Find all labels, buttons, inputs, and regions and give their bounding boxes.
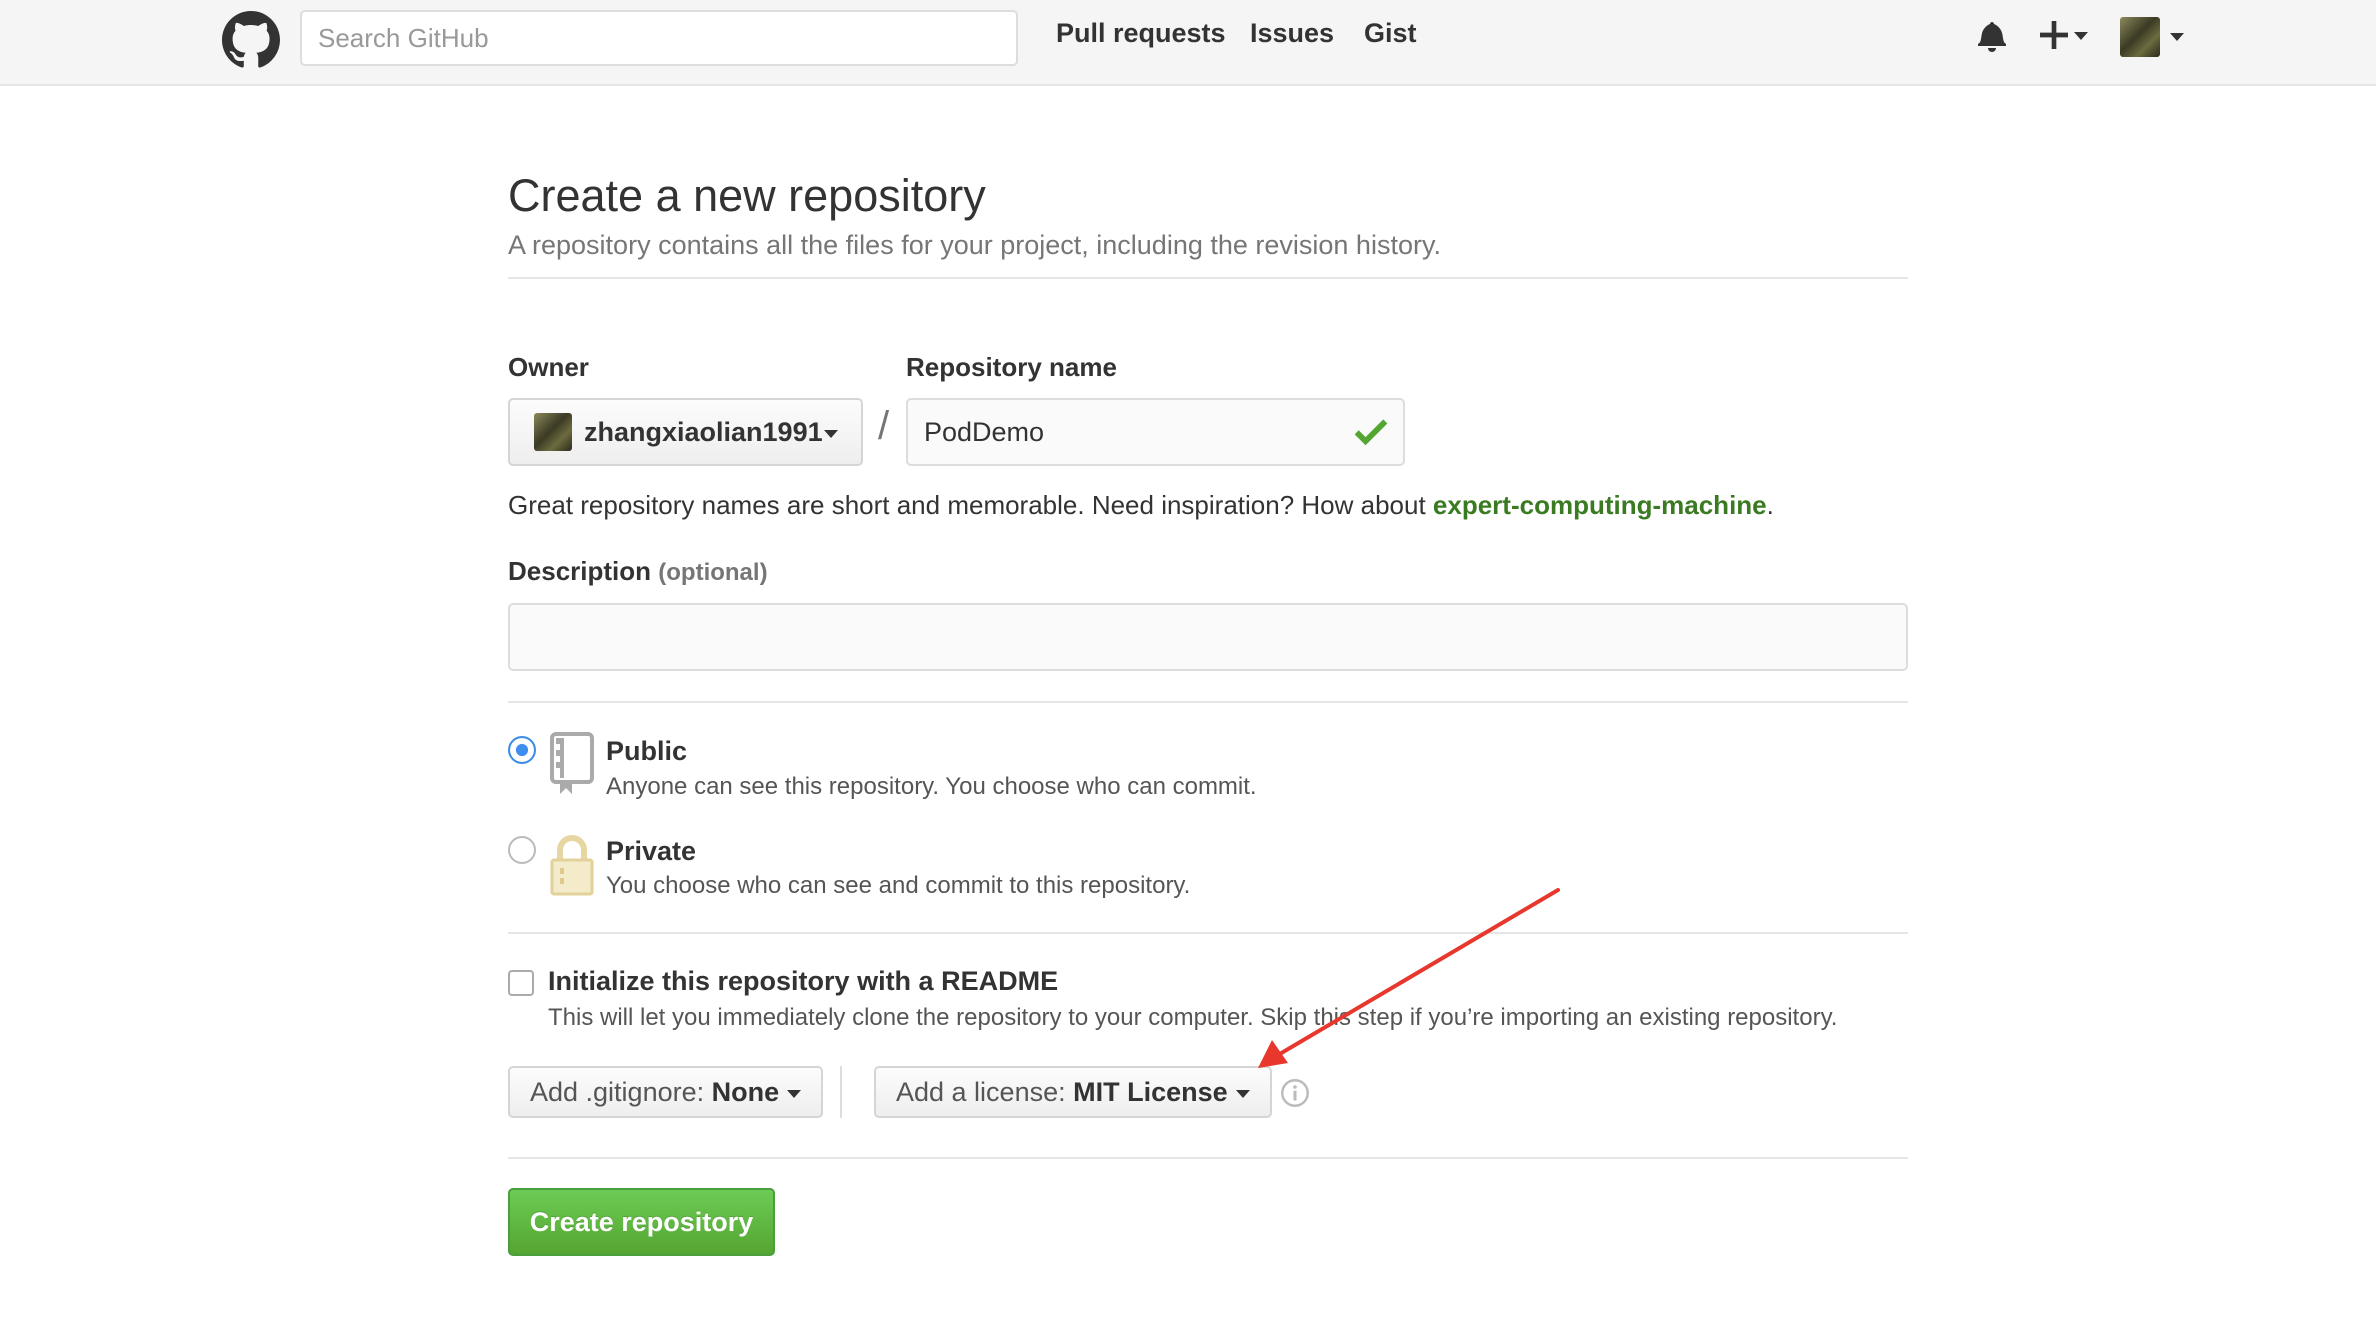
gitignore-prefix: Add .gitignore: bbox=[530, 1077, 705, 1107]
public-title: Public bbox=[606, 736, 688, 766]
search-input[interactable] bbox=[300, 10, 1018, 66]
hint-end: . bbox=[1766, 490, 1774, 520]
avatar bbox=[534, 413, 572, 451]
divider bbox=[508, 932, 1908, 934]
new-menu-button[interactable] bbox=[2040, 18, 2092, 58]
hint-text: Great repository names are short and mem… bbox=[508, 490, 1433, 520]
gitignore-dropdown[interactable]: Add .gitignore: None bbox=[508, 1066, 824, 1118]
divider bbox=[508, 1157, 1908, 1159]
repo-name-hint: Great repository names are short and mem… bbox=[508, 490, 1774, 521]
github-octocat-icon[interactable] bbox=[222, 11, 280, 69]
create-repository-button[interactable]: Create repository bbox=[508, 1188, 775, 1256]
owner-label: Owner bbox=[508, 352, 589, 382]
public-description: Anyone can see this repository. You choo… bbox=[606, 773, 1257, 800]
page-subtitle: A repository contains all the files for … bbox=[508, 230, 1441, 260]
readme-checkbox[interactable] bbox=[508, 970, 534, 996]
lock-icon bbox=[550, 835, 594, 896]
info-icon[interactable] bbox=[1280, 1078, 1310, 1108]
description-input[interactable] bbox=[508, 603, 1908, 671]
public-radio[interactable] bbox=[508, 736, 536, 764]
chevron-down-icon bbox=[1235, 1089, 1250, 1098]
gitignore-value: None bbox=[711, 1077, 780, 1107]
repo-name-input[interactable] bbox=[906, 398, 1405, 466]
license-value: MIT License bbox=[1073, 1077, 1228, 1107]
description-label-text: Description bbox=[508, 556, 652, 586]
private-radio[interactable] bbox=[508, 836, 536, 864]
vertical-divider bbox=[840, 1066, 842, 1118]
private-title: Private bbox=[606, 836, 697, 866]
owner-repo-separator: / bbox=[878, 404, 890, 448]
chevron-down-icon bbox=[787, 1089, 802, 1098]
license-dropdown[interactable]: Add a license: MIT License bbox=[874, 1066, 1272, 1118]
readme-title: Initialize this repository with a README bbox=[548, 966, 1059, 996]
plus-icon bbox=[2040, 21, 2068, 49]
page-title: Create a new repository bbox=[508, 170, 986, 221]
description-label: Description (optional) bbox=[508, 556, 768, 587]
chevron-down-icon bbox=[824, 430, 838, 438]
check-icon bbox=[1354, 419, 1388, 446]
top-header: Pull requests Issues Gist bbox=[0, 0, 2376, 86]
repo-name-label: Repository name bbox=[906, 352, 1117, 382]
license-prefix: Add a license: bbox=[896, 1077, 1066, 1107]
divider bbox=[508, 277, 1908, 279]
owner-name: zhangxiaolian1991 bbox=[584, 417, 823, 447]
nav-gist[interactable]: Gist bbox=[1364, 18, 1417, 49]
suggested-name-link[interactable]: expert-computing-machine bbox=[1433, 490, 1767, 520]
repo-book-icon bbox=[550, 732, 594, 794]
chevron-down-icon bbox=[2170, 33, 2184, 41]
optional-tag: (optional) bbox=[658, 559, 768, 586]
chevron-down-icon bbox=[2074, 32, 2088, 40]
bell-icon[interactable] bbox=[1978, 20, 2006, 52]
owner-dropdown[interactable]: zhangxiaolian1991 bbox=[508, 398, 863, 466]
readme-description: This will let you immediately clone the … bbox=[548, 1004, 1838, 1031]
private-description: You choose who can see and commit to thi… bbox=[606, 872, 1191, 899]
divider bbox=[508, 701, 1908, 703]
nav-issues[interactable]: Issues bbox=[1250, 18, 1334, 49]
avatar bbox=[2120, 17, 2160, 57]
user-menu-button[interactable] bbox=[2120, 17, 2190, 59]
nav-pull-requests[interactable]: Pull requests bbox=[1056, 18, 1226, 49]
